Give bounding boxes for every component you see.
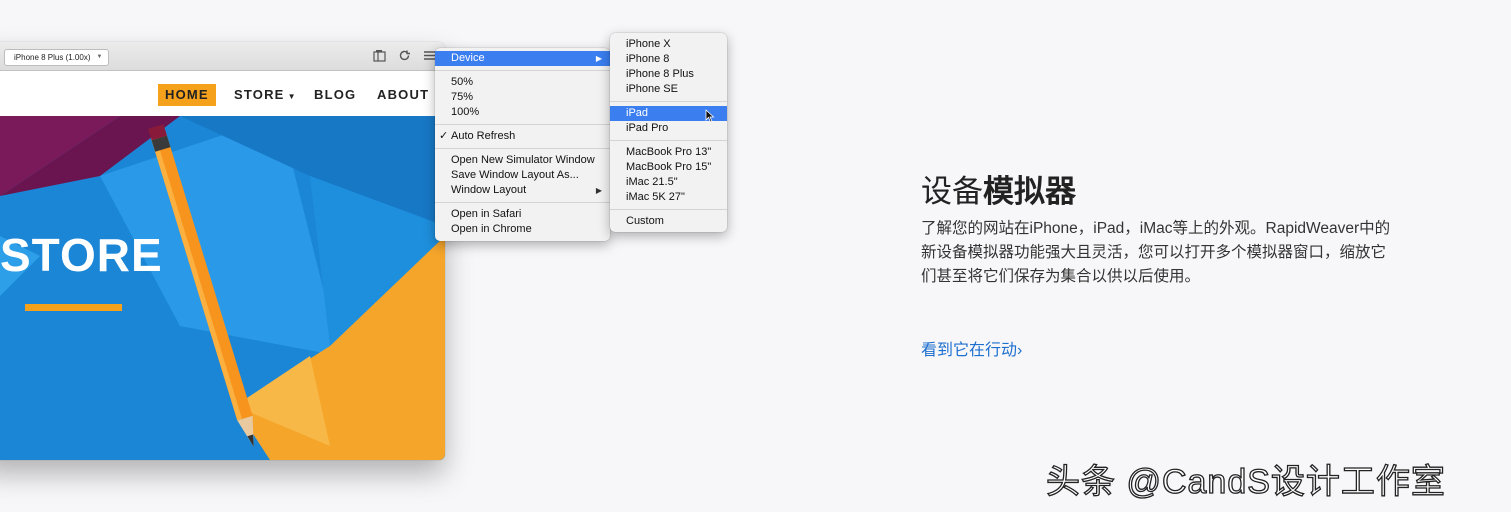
menu-separator	[435, 148, 610, 149]
device-iphone-8-plus[interactable]: iPhone 8 Plus	[610, 67, 727, 82]
menu-item-zoom-75[interactable]: 75%	[435, 90, 610, 105]
see-it-in-action-link[interactable]: 看到它在行动›	[921, 336, 1022, 360]
menu-item-open-new-window[interactable]: Open New Simulator Window	[435, 153, 610, 168]
menu-item-auto-refresh[interactable]: ✓ Auto Refresh	[435, 129, 610, 144]
nav-blog[interactable]: BLOG	[314, 84, 356, 106]
menu-item-save-layout[interactable]: Save Window Layout As...	[435, 168, 610, 183]
menu-item-auto-refresh-label: Auto Refresh	[451, 130, 516, 142]
menu-item-open-chrome[interactable]: Open in Chrome	[435, 222, 610, 237]
menu-item-open-safari[interactable]: Open in Safari	[435, 207, 610, 222]
nav-store-label: STORE	[234, 87, 285, 102]
menu-separator	[435, 70, 610, 71]
menu-item-window-layout[interactable]: Window Layout ▶	[435, 183, 610, 198]
hero-banner: STORE	[0, 116, 445, 460]
layout-icon[interactable]	[372, 49, 386, 63]
device-ipad-pro[interactable]: iPad Pro	[610, 121, 727, 136]
feature-title: 设备模拟器	[921, 166, 1076, 211]
device-ipad[interactable]: iPad	[610, 106, 727, 123]
refresh-icon[interactable]	[397, 49, 411, 63]
device-imac-5k-27[interactable]: iMac 5K 27"	[610, 190, 727, 205]
submenu-arrow-icon: ▶	[595, 186, 602, 195]
device-ipad-label: iPad	[626, 107, 649, 119]
simulator-window: iPhone 8 Plus (1.00x) ▼ HOME STORE ▼ BLOG…	[0, 42, 445, 460]
device-custom[interactable]: Custom	[610, 214, 727, 229]
device-iphone-se[interactable]: iPhone SE	[610, 82, 727, 97]
device-macbook-pro-15[interactable]: MacBook Pro 15"	[610, 160, 727, 175]
nav-store[interactable]: STORE ▼	[234, 84, 297, 106]
nav-home[interactable]: HOME	[158, 84, 216, 106]
device-iphone-8[interactable]: iPhone 8	[610, 52, 727, 67]
device-macbook-pro-13[interactable]: MacBook Pro 13"	[610, 145, 727, 160]
feature-title-bold: 模拟器	[983, 174, 1076, 209]
hero-background-image	[0, 116, 445, 460]
feature-title-plain: 设备	[921, 174, 983, 209]
device-select-label: iPhone 8 Plus (1.00x)	[14, 53, 91, 62]
menu-separator	[610, 101, 727, 102]
menu-separator	[610, 140, 727, 141]
watermark: 头条 @CandS设计工作室	[1045, 462, 1446, 501]
nav-about[interactable]: ABOUT	[377, 84, 429, 106]
menu-separator	[610, 209, 727, 210]
caret-down-icon: ▼	[287, 92, 297, 101]
menu-separator	[435, 202, 610, 203]
hero-underline	[25, 304, 122, 311]
hero-title: STORE	[0, 229, 163, 281]
site-nav: HOME STORE ▼ BLOG ABOUT	[0, 71, 445, 116]
device-iphone-x[interactable]: iPhone X	[610, 37, 727, 52]
device-submenu: iPhone X iPhone 8 iPhone 8 Plus iPhone S…	[610, 33, 727, 232]
menu-separator	[435, 124, 610, 125]
submenu-arrow-icon: ▶	[595, 54, 602, 63]
simulator-toolbar: iPhone 8 Plus (1.00x) ▼	[0, 42, 445, 71]
feature-description: 了解您的网站在iPhone，iPad，iMac等上的外观。RapidWeaver…	[921, 220, 1391, 285]
chevron-down-icon: ▼	[96, 54, 103, 60]
menu-item-device-label: Device	[451, 52, 485, 64]
menu-icon[interactable]	[422, 49, 436, 63]
device-imac-21[interactable]: iMac 21.5"	[610, 175, 727, 190]
menu-item-zoom-100[interactable]: 100%	[435, 105, 610, 120]
menu-item-window-layout-label: Window Layout	[451, 184, 527, 196]
device-select[interactable]: iPhone 8 Plus (1.00x) ▼	[4, 49, 110, 66]
checkmark-icon: ✓	[439, 130, 449, 142]
simulator-menu: Device ▶ 50% 75% 100% ✓ Auto Refresh Ope…	[435, 48, 610, 241]
menu-item-device[interactable]: Device ▶	[435, 51, 610, 66]
menu-item-zoom-50[interactable]: 50%	[435, 75, 610, 90]
